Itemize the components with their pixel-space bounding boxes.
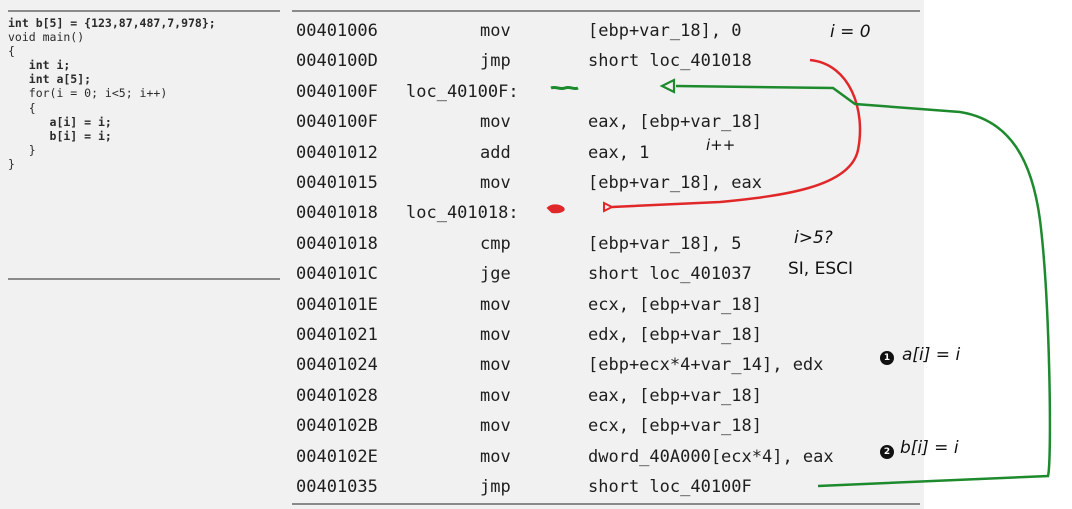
red-label-dot — [546, 204, 565, 214]
red-jump-arrow — [611, 58, 862, 209]
green-label-scribble — [550, 85, 579, 91]
green-loop-arrow — [675, 84, 1052, 488]
annotation-arrows — [546, 58, 1052, 488]
green-arrowhead — [659, 78, 676, 94]
red-arrowhead — [603, 201, 615, 213]
